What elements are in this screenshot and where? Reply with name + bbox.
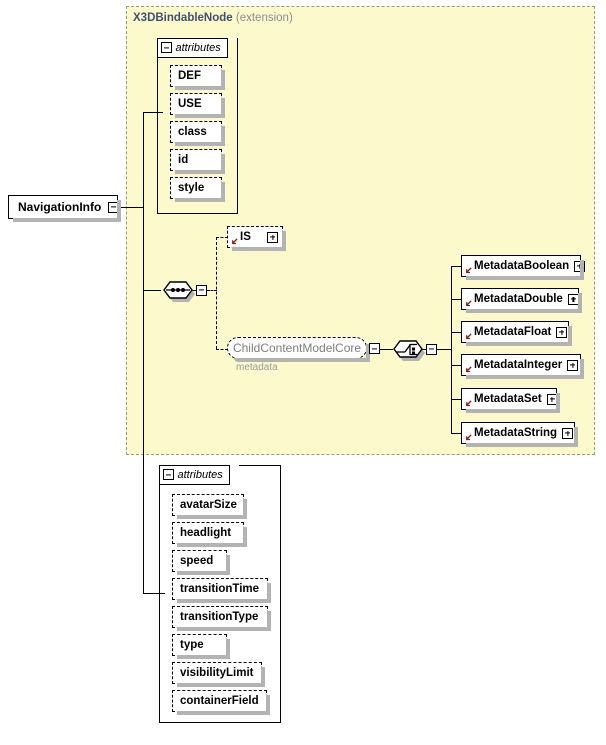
connector-sequence-branch-vertical <box>216 237 217 349</box>
extension-panel-title: X3DBindableNode (extension) <box>133 12 293 24</box>
minus-icon[interactable] <box>426 343 437 355</box>
box-shadow-right <box>221 126 225 146</box>
attribute-label: DEF <box>178 70 201 82</box>
element-is[interactable]: IS <box>227 226 286 251</box>
schema-diagram-canvas: X3DBindableNode (extension) NavigationIn… <box>0 0 606 745</box>
reference-arrow-icon <box>231 238 238 245</box>
box-shadow-right <box>580 260 584 280</box>
attribute-label: transitionTime <box>180 583 260 595</box>
minus-icon[interactable] <box>196 284 207 296</box>
box-shadow-right <box>243 527 247 547</box>
minus-icon[interactable] <box>160 42 172 53</box>
attribute-label: speed <box>180 555 214 567</box>
box-shadow-right <box>578 293 582 313</box>
element-label: MetadataFloat <box>474 326 552 338</box>
attribute-avatarsize[interactable]: avatarSize <box>172 494 247 519</box>
box-shadow-right <box>221 154 225 174</box>
element-label: MetadataDouble <box>474 293 563 305</box>
box-shadow-right <box>226 639 230 659</box>
reference-arrow-icon <box>465 300 472 307</box>
extension-kind-label: (extension) <box>235 12 293 24</box>
attribute-id[interactable]: id <box>170 149 225 174</box>
attribute-type[interactable]: type <box>172 634 230 659</box>
attribute-label: containerField <box>180 695 259 707</box>
minus-icon[interactable] <box>162 469 174 480</box>
attributes-group-label: attributes <box>177 468 223 481</box>
connector-trunk-to-sequence <box>143 289 161 291</box>
reference-arrow-icon <box>465 267 472 274</box>
reference-arrow-icon <box>465 434 472 441</box>
connector-choice-branch-vertical <box>451 266 453 434</box>
element-metadataboolean[interactable]: MetadataBoolean <box>461 255 586 280</box>
attribute-label: USE <box>178 98 202 110</box>
attribute-label: style <box>178 182 205 194</box>
attribute-transitiontime[interactable]: transitionTime <box>172 578 271 603</box>
attribute-transitiontype[interactable]: transitionType <box>172 606 271 631</box>
connector-root-to-trunk <box>118 206 144 208</box>
connector-trunk-vertical <box>143 112 145 594</box>
element-metadatadouble[interactable]: MetadataDouble <box>461 288 582 313</box>
attribute-label: headlight <box>180 527 232 539</box>
element-label: MetadataBoolean <box>474 260 570 272</box>
plus-icon[interactable] <box>567 359 579 371</box>
box-shadow-right <box>266 695 270 715</box>
model-group-ref-childcontentmodelcore[interactable]: ChildContentModelCore <box>227 337 370 362</box>
attribute-headlight[interactable]: headlight <box>172 522 247 547</box>
element-metadatastring[interactable]: MetadataString <box>461 422 578 447</box>
element-metadataset[interactable]: MetadataSet <box>461 388 560 413</box>
attributes-group-label: attributes <box>175 41 221 54</box>
reference-arrow-icon <box>465 400 472 407</box>
box-shadow-right <box>117 200 121 222</box>
box-shadow-right <box>267 611 271 631</box>
box-shadow-right <box>261 667 265 687</box>
attribute-label: visibilityLimit <box>180 667 254 679</box>
box-shadow-right <box>221 70 225 90</box>
attribute-label: type <box>180 639 204 651</box>
element-label: MetadataSet <box>474 393 542 405</box>
attribute-class[interactable]: class <box>170 121 225 146</box>
plus-icon[interactable] <box>267 231 278 243</box>
plus-icon[interactable] <box>556 326 568 338</box>
minus-icon[interactable] <box>369 343 380 354</box>
box-shadow-right <box>243 499 247 519</box>
box-shadow-right <box>226 555 230 575</box>
box-shadow-right <box>556 393 560 413</box>
attributes-group-tab[interactable]: attributes <box>156 37 228 58</box>
element-metadatainteger[interactable]: MetadataInteger <box>461 354 584 379</box>
reference-arrow-icon <box>465 366 472 373</box>
element-label: IS <box>240 231 251 243</box>
attribute-label: transitionType <box>180 611 259 623</box>
box-shadow-right <box>221 182 225 202</box>
box-shadow-right <box>568 326 572 346</box>
model-group-sub-label: metadata <box>236 362 278 373</box>
attribute-containerfield[interactable]: containerField <box>172 690 270 715</box>
attribute-speed[interactable]: speed <box>172 550 230 575</box>
attributes-group-tab[interactable]: attributes <box>158 464 230 485</box>
model-group-label: ChildContentModelCore <box>232 341 362 355</box>
element-label: MetadataInteger <box>474 359 563 371</box>
attribute-visibilitylimit[interactable]: visibilityLimit <box>172 662 265 687</box>
box-shadow-right <box>580 359 584 379</box>
box-shadow-right <box>574 427 578 447</box>
base-type-label: X3DBindableNode <box>133 12 233 24</box>
root-element-navigationinfo[interactable]: NavigationInfo <box>8 195 121 222</box>
attribute-style[interactable]: style <box>170 177 225 202</box>
attribute-def[interactable]: DEF <box>170 65 225 90</box>
box-shadow-right <box>267 583 271 603</box>
plus-icon[interactable] <box>562 427 574 439</box>
element-metadatafloat[interactable]: MetadataFloat <box>461 321 572 346</box>
attribute-use[interactable]: USE <box>170 93 225 118</box>
attribute-label: class <box>178 126 207 138</box>
box-shadow-right <box>221 98 225 118</box>
connector-choice-branch-stub <box>437 348 452 350</box>
attribute-label: avatarSize <box>180 499 237 511</box>
attribute-label: id <box>178 154 189 166</box>
root-element-label: NavigationInfo <box>18 200 102 214</box>
box-shadow-right <box>282 231 286 251</box>
reference-arrow-icon <box>465 333 472 340</box>
element-label: MetadataString <box>474 427 558 439</box>
